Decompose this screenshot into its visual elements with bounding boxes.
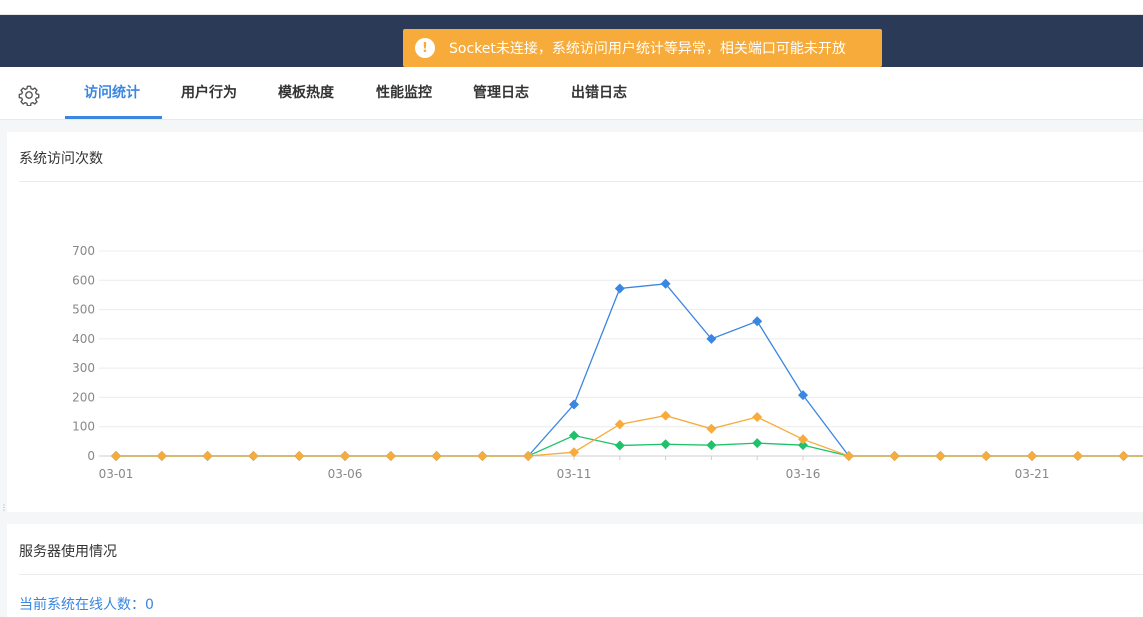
data-point <box>981 451 992 461</box>
tab-template-heat[interactable]: 模板热度 <box>278 67 334 119</box>
data-point <box>614 419 625 430</box>
y-tick-label: 200 <box>72 390 95 404</box>
tab-bar: 访问统计 用户行为 模板热度 性能监控 管理日志 出错日志 <box>0 67 1143 120</box>
data-point <box>706 440 717 451</box>
exclamation-icon: ! <box>415 38 435 58</box>
data-point <box>294 451 305 461</box>
data-point <box>1118 451 1129 461</box>
y-tick-label: 500 <box>72 303 95 317</box>
series-line <box>116 414 1143 457</box>
x-tick-label: 03-11 <box>557 467 592 481</box>
tab-error-log[interactable]: 出错日志 <box>571 67 627 119</box>
tab-performance-monitor[interactable]: 性能监控 <box>376 67 432 119</box>
online-users-label: 当前系统在线人数： <box>19 597 145 613</box>
y-tick-label: 400 <box>72 332 95 346</box>
data-point <box>111 451 121 461</box>
data-point <box>660 410 671 421</box>
data-point <box>889 451 900 461</box>
online-users-text: 当前系统在线人数：0 <box>19 594 154 614</box>
data-point <box>477 451 488 461</box>
y-tick-label: 0 <box>87 449 95 463</box>
data-point <box>385 451 396 461</box>
data-point <box>614 283 625 294</box>
data-point <box>569 430 579 441</box>
tab-user-behavior[interactable]: 用户行为 <box>181 67 237 119</box>
data-point <box>614 440 625 451</box>
y-tick-label: 700 <box>72 244 95 258</box>
y-tick-label: 300 <box>72 361 95 375</box>
visits-line-chart: 0 100 200 300 400 500 600 700 03-01 03-06 03-11 03-… <box>72 244 1143 481</box>
tab-admin-log[interactable]: 管理日志 <box>473 67 529 119</box>
x-tick-label: 03-01 <box>99 467 134 481</box>
active-tab-indicator <box>65 116 162 119</box>
series-line <box>116 434 1143 457</box>
tab-visit-stats[interactable]: 访问统计 <box>84 67 140 119</box>
gear-icon[interactable] <box>18 84 40 106</box>
server-card-title: 服务器使用情况 <box>19 544 117 560</box>
data-point <box>340 451 350 461</box>
data-point <box>752 412 763 423</box>
resize-handle[interactable]: ⋮ <box>0 504 8 520</box>
top-strip <box>0 0 1143 15</box>
data-point <box>752 438 763 449</box>
data-point <box>202 451 213 461</box>
x-tick-label: 03-21 <box>1015 467 1050 481</box>
card-divider <box>19 574 1143 575</box>
data-point <box>1072 451 1083 461</box>
x-tick-label: 03-06 <box>328 467 363 481</box>
data-point <box>248 451 259 461</box>
data-point <box>752 316 763 327</box>
data-point <box>798 434 808 445</box>
x-tick-label: 03-16 <box>786 467 821 481</box>
data-point <box>798 390 808 401</box>
y-tick-label: 100 <box>72 420 95 434</box>
online-users-count: 0 <box>145 597 154 613</box>
data-point <box>660 439 671 450</box>
visits-card: 系统访问次数 0 100 200 300 400 500 600 700 03-01 03-06 0… <box>7 132 1143 512</box>
data-point <box>431 451 442 461</box>
data-point <box>843 451 854 461</box>
data-point <box>1027 451 1037 461</box>
server-card: 服务器使用情况 当前系统在线人数：0 <box>7 524 1143 617</box>
socket-warning-toast: ! Socket未连接，系统访问用户统计等异常，相关端口可能未开放 <box>403 29 882 67</box>
toast-message: Socket未连接，系统访问用户统计等异常，相关端口可能未开放 <box>449 41 846 57</box>
data-point <box>706 423 717 434</box>
y-tick-label: 600 <box>72 273 95 287</box>
data-point <box>156 451 167 461</box>
data-point <box>935 451 946 461</box>
